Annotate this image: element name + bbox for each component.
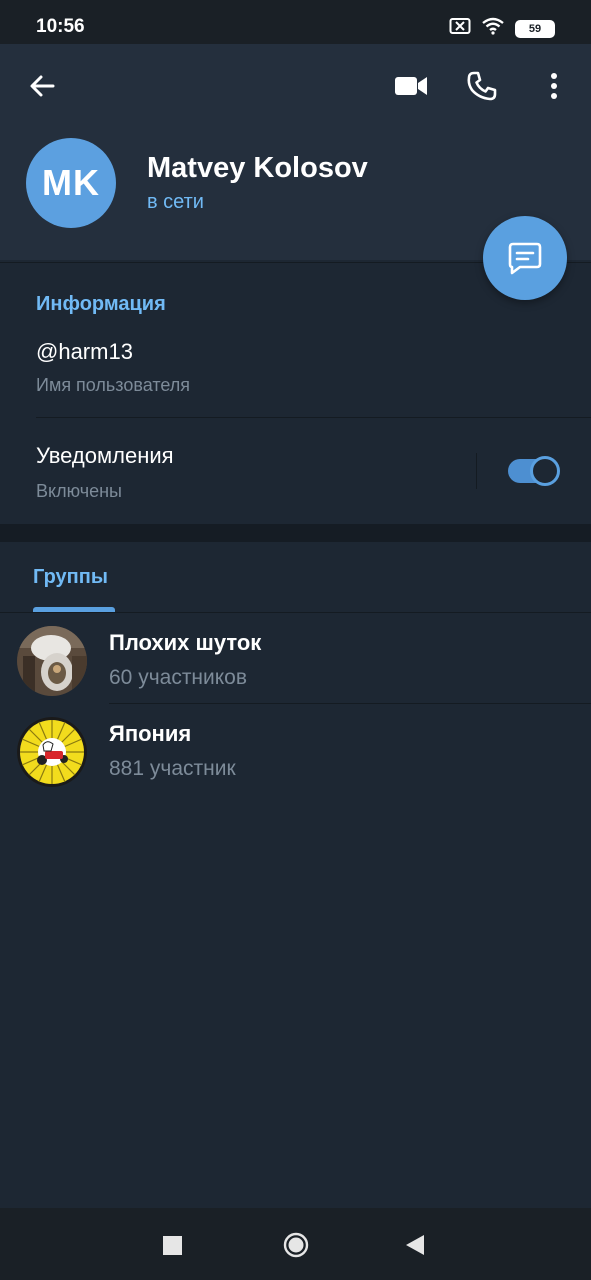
group-divider	[109, 703, 591, 704]
video-camera-icon	[395, 77, 427, 95]
status-time: 10:56	[36, 16, 85, 37]
group-avatar	[17, 717, 87, 787]
toggle-separator	[476, 453, 477, 489]
battery-level: 59	[528, 22, 542, 35]
status-icons: 59	[449, 17, 555, 40]
info-section: Информация @harm13 Имя пользователя Увед…	[0, 262, 591, 524]
info-divider	[36, 417, 591, 418]
group-member-count: 60 участников	[109, 666, 248, 689]
toggle-knob	[530, 456, 560, 486]
presence-status: в сети	[147, 191, 204, 213]
more-vertical-icon	[551, 73, 557, 99]
tab-divider	[0, 612, 591, 613]
group-name: Плохих шуток	[109, 630, 262, 655]
profile-avatar[interactable]: MK	[26, 138, 116, 228]
system-nav-bar	[0, 1208, 591, 1280]
section-gap	[0, 524, 591, 542]
message-icon	[508, 242, 542, 275]
group-row[interactable]: Япония 881 участник	[0, 705, 591, 795]
battery-indicator: 59	[515, 19, 555, 38]
video-call-button[interactable]	[389, 64, 433, 108]
info-section-title: Информация	[36, 293, 166, 315]
send-message-button[interactable]	[483, 216, 567, 300]
recents-button[interactable]	[163, 1236, 182, 1260]
more-options-button[interactable]	[532, 64, 576, 108]
username-label: Имя пользователя	[36, 375, 191, 395]
sim-off-icon	[449, 17, 471, 40]
group-avatar	[17, 626, 87, 696]
notifications-state: Включены	[36, 481, 122, 501]
group-member-count: 881 участник	[109, 757, 236, 780]
back-button[interactable]	[20, 64, 64, 108]
wifi-icon	[481, 17, 505, 40]
circle-icon	[283, 1232, 309, 1258]
groups-section: Группы Плохих шуток 60 участников Япония…	[0, 542, 591, 1208]
tab-groups[interactable]: Группы	[33, 566, 108, 589]
home-button[interactable]	[282, 1231, 310, 1264]
username-value[interactable]: @harm13	[36, 339, 133, 365]
group-row[interactable]: Плохих шуток 60 участников	[0, 614, 591, 704]
square-icon	[163, 1236, 182, 1255]
profile-name: Matvey Kolosov	[147, 152, 368, 184]
phone-icon	[467, 71, 497, 101]
triangle-back-icon	[406, 1235, 424, 1255]
notifications-label[interactable]: Уведомления	[36, 443, 174, 469]
back-arrow-icon	[30, 75, 55, 97]
back-nav-button[interactable]	[405, 1234, 425, 1261]
group-name: Япония	[109, 721, 192, 746]
notifications-toggle[interactable]	[508, 456, 560, 486]
voice-call-button[interactable]	[460, 64, 504, 108]
